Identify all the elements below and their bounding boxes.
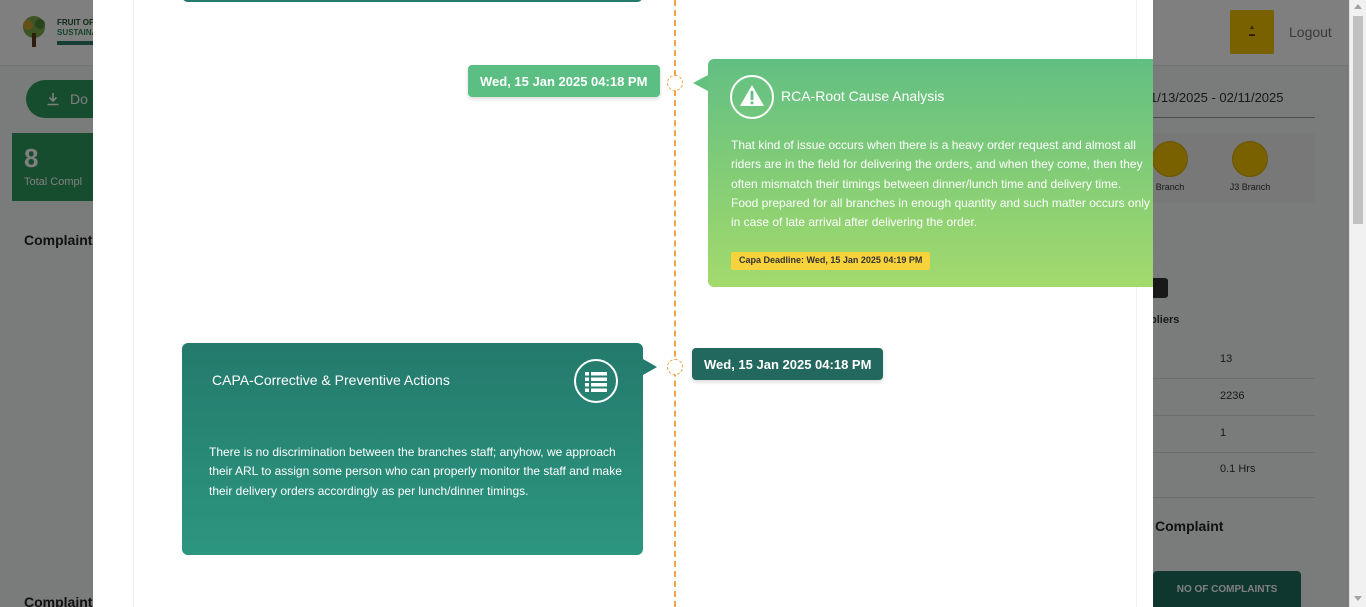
timeline-container: Wed, 15 Jan 2025 04:18 PM RCA-Root Cause… <box>133 0 1153 607</box>
rca-date-badge: Wed, 15 Jan 2025 04:18 PM <box>468 65 660 97</box>
capa-title: CAPA-Corrective & Preventive Actions <box>212 372 450 388</box>
rca-card-pointer <box>693 75 708 91</box>
rca-description: That kind of issue occurs when there is … <box>731 138 1150 230</box>
warning-icon <box>730 75 774 119</box>
capa-description: There is no discrimination between the b… <box>209 445 622 498</box>
capa-card-pointer <box>643 359 657 375</box>
timeline-line <box>674 0 676 607</box>
page-scrollbar[interactable] <box>1349 0 1366 607</box>
previous-timeline-card <box>182 0 643 2</box>
capa-deadline-badge: Capa Deadline: Wed, 15 Jan 2025 04:19 PM <box>731 252 931 270</box>
scrollbar-thumb[interactable] <box>1353 16 1363 224</box>
scroll-down-arrow-icon[interactable] <box>1354 596 1362 601</box>
capa-date-badge: Wed, 15 Jan 2025 04:18 PM <box>692 348 883 380</box>
rca-card: RCA-Root Cause Analysis That kind of iss… <box>708 59 1153 287</box>
capa-card: CAPA-Corrective & Preventive Actions The… <box>182 343 643 555</box>
timeline-modal: Wed, 15 Jan 2025 04:18 PM RCA-Root Cause… <box>93 0 1153 607</box>
rca-title: RCA-Root Cause Analysis <box>781 88 945 104</box>
timeline-node-capa <box>667 359 683 375</box>
list-icon <box>574 359 618 403</box>
scroll-up-arrow-icon[interactable] <box>1354 4 1362 9</box>
timeline-node-rca <box>667 75 683 91</box>
